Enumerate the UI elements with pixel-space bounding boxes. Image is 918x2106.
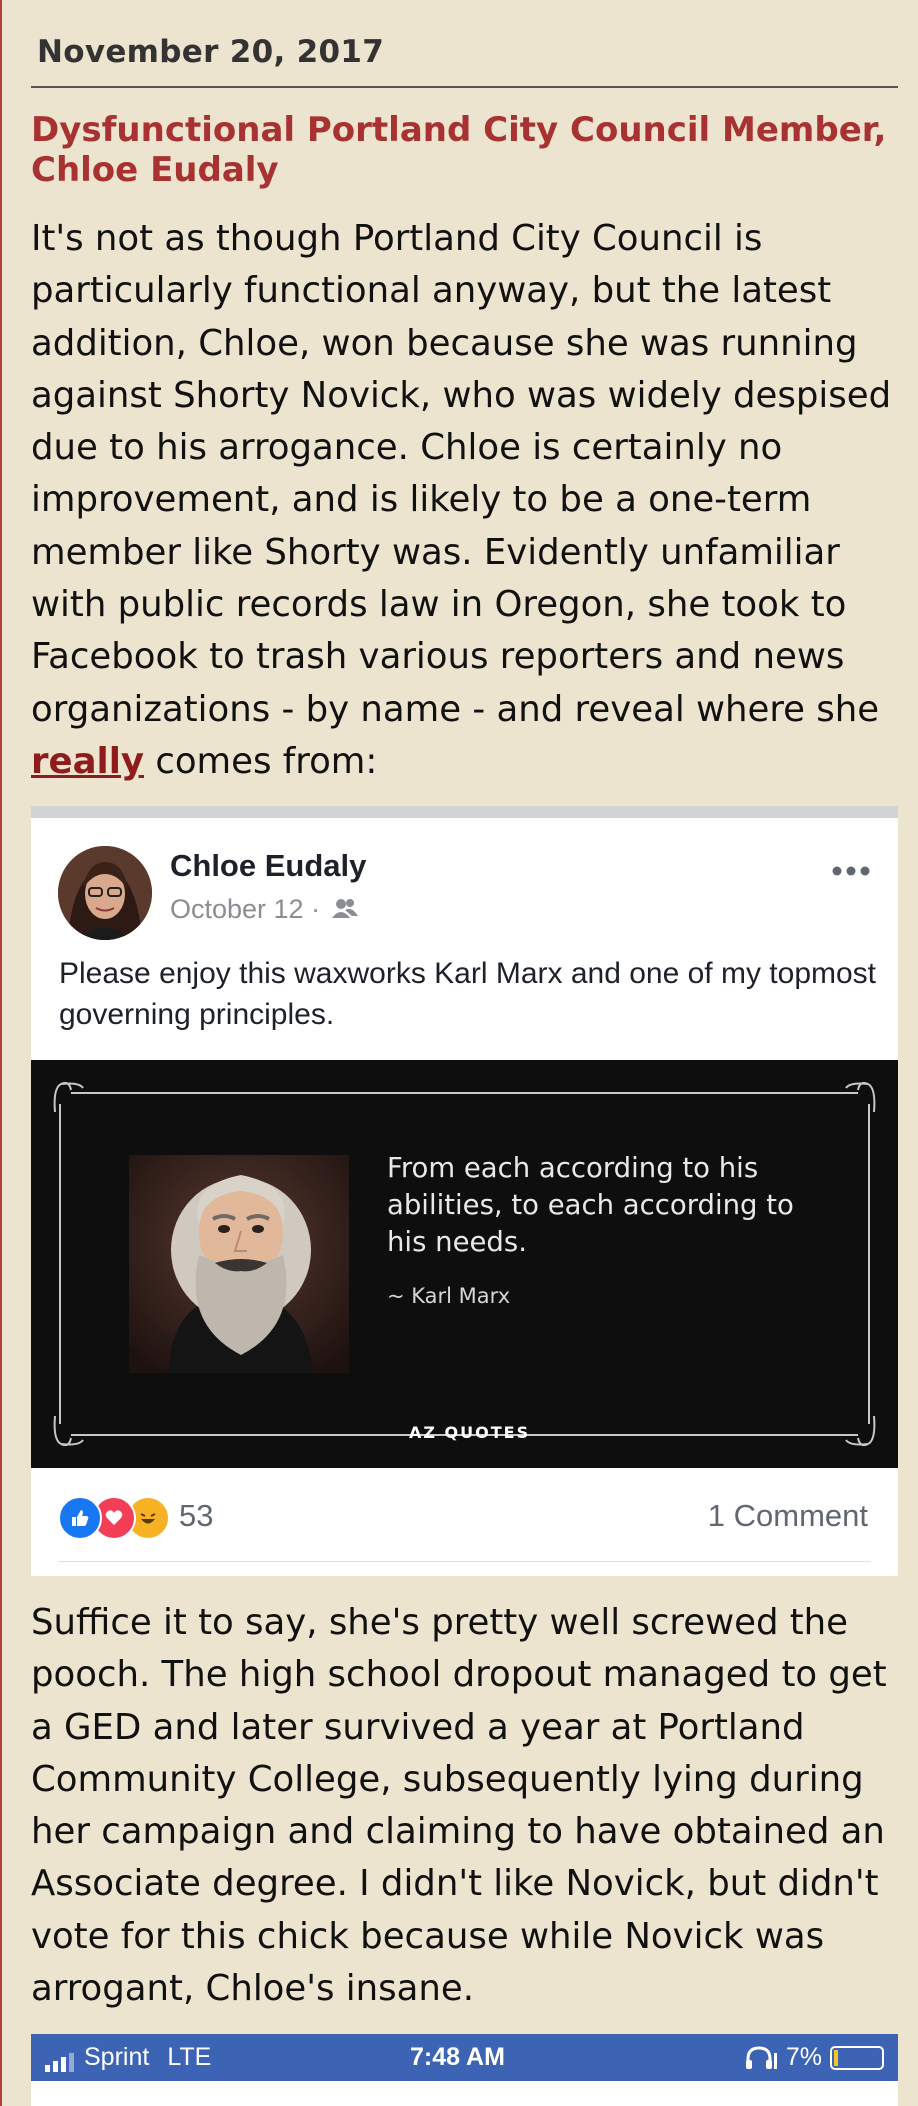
paragraph-text: It's not as though Portland City Council… [31,218,892,730]
carrier-info: Sprint LTE [45,2043,211,2072]
karl-marx-portrait [129,1155,349,1373]
post-date-text: October 12 · [170,894,321,924]
friends-icon [331,899,358,918]
carrier-name: Sprint [84,2043,150,2071]
reaction-icons[interactable] [58,1496,170,1540]
thumbs-up-glyph [72,1510,89,1526]
more-options-icon[interactable] [831,858,871,878]
signal-icon [45,2050,74,2072]
corner-flourish-icon [53,1415,84,1447]
facebook-post-screenshot: Chloe Eudaly October 12 · Please enjoy t… [31,806,898,1576]
azquotes-logo: AZ QUOTES [409,1423,531,1442]
quote-text: From each according to his abilities, to… [387,1152,794,1258]
frame-left [59,1104,61,1424]
post-timestamp[interactable]: October 12 · [170,894,358,925]
battery-percent: 7% [785,2043,822,2071]
frame-right [868,1104,870,1424]
avatar-image [58,846,152,940]
reaction-count[interactable]: 53 [179,1498,213,1534]
post-date: November 20, 2017 [37,34,385,70]
date-divider [31,86,898,88]
paragraph-text-end: comes from: [144,740,378,782]
post-author-name[interactable]: Chloe Eudaly [170,848,366,884]
really-link[interactable]: really [31,741,144,782]
like-icon [58,1496,102,1540]
clock: 7:48 AM [410,2043,505,2071]
phone-status-bar: Sprint LTE 7:48 AM 7% [31,2034,898,2081]
headphones-icon [745,2045,777,2069]
corner-flourish-icon [845,1081,876,1113]
corner-flourish-icon [845,1415,876,1447]
battery-icon [830,2045,884,2070]
more-dots [832,866,870,876]
network-type: LTE [167,2043,212,2071]
quote-image[interactable]: From each according to his abilities, to… [31,1060,898,1468]
left-border [0,0,2,2106]
comment-count[interactable]: 1 Comment [708,1498,868,1534]
post-paragraph-2: Suffice it to say, she's pretty well scr… [31,1602,887,2010]
portrait-image [129,1155,349,1373]
avatar [58,846,152,940]
screenshot-top-bar [31,806,898,818]
post-body-text: Please enjoy this waxworks Karl Marx and… [59,957,877,1031]
post-divider [58,1561,871,1562]
post-paragraph-1: It's not as though Portland City Council… [31,213,901,788]
frame-top [71,1092,858,1094]
status-icons: 7% [744,2043,884,2072]
laugh-glyph [140,1513,156,1524]
next-screenshot-strip [31,2081,898,2106]
post-title[interactable]: Dysfunctional Portland City Council Memb… [31,110,891,190]
heart-glyph [105,1510,123,1525]
corner-flourish-icon [53,1081,84,1113]
quote-author: ~ Karl Marx [387,1284,511,1308]
battery-level [834,2049,838,2066]
